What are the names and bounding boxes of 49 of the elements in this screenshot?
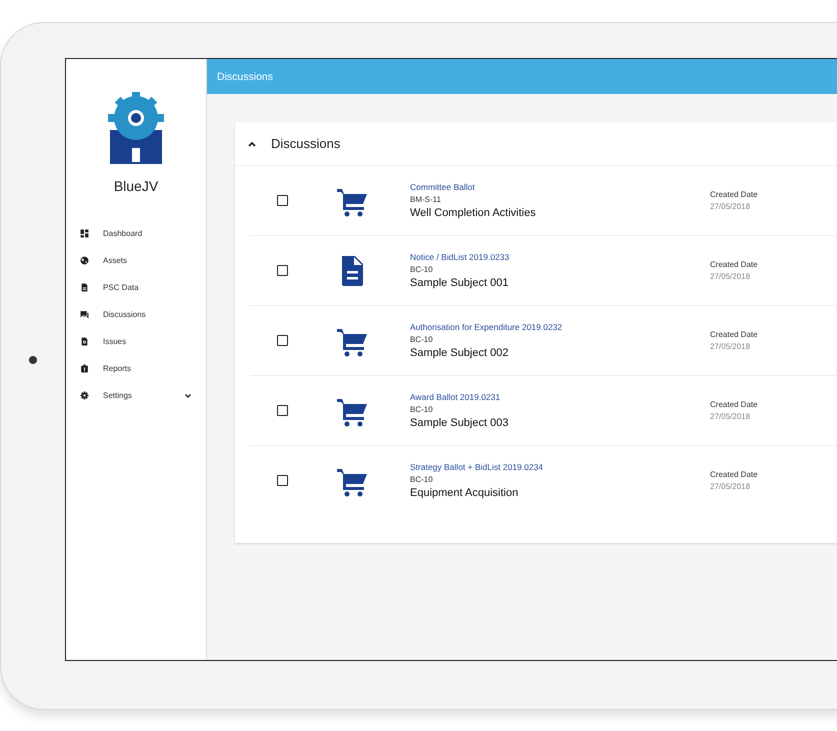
nav-item[interactable]: Discussions (66, 301, 206, 328)
nav-item[interactable]: Assets (66, 247, 206, 274)
search-icon (80, 337, 89, 346)
date-value: 27/05/2018 (710, 412, 752, 421)
checkbox[interactable] (277, 405, 288, 416)
document-icon (80, 283, 89, 292)
subject-text: Sample Subject 003 (410, 417, 510, 429)
reference-code: BC-10 (410, 335, 434, 344)
subject-text: Equipment Acquisition (410, 487, 520, 499)
page-title: Discussions (217, 70, 274, 82)
date-label: Created Date (710, 260, 758, 269)
gear-icon (80, 391, 89, 400)
type-link[interactable]: Notice / BidList 2019.0233 (410, 252, 710, 262)
subject-text: Sample Subject 001 (410, 277, 510, 289)
checkbox[interactable] (277, 265, 288, 276)
checkbox[interactable] (277, 195, 288, 206)
subject-text: Sample Subject 002 (410, 347, 510, 359)
camera-dot (29, 356, 37, 364)
nav-item[interactable]: Dashboard (66, 220, 206, 247)
reference-code: BC-10 (410, 405, 434, 414)
date-value: 27/05/2018 (710, 272, 752, 281)
date-value: 27/05/2018 (710, 482, 752, 491)
date-value: 27/05/2018 (710, 342, 752, 351)
reference-code: BC-10 (410, 265, 434, 274)
clipboard-icon (80, 364, 89, 373)
app-name: BlueJV (114, 178, 158, 194)
type-link[interactable]: Authorisation for Expenditure 2019.0232 (410, 322, 710, 332)
logo-icon (108, 92, 164, 164)
type-link[interactable]: Award Ballot 2019.0231 (410, 392, 710, 402)
date-label: Created Date (710, 190, 758, 199)
nav-item[interactable]: Issues (66, 328, 206, 355)
nav-item[interactable]: Reports (66, 355, 206, 382)
globe-icon (80, 256, 89, 265)
chat-icon (80, 310, 89, 319)
date-value: 27/05/2018 (710, 202, 752, 211)
panel-header[interactable]: Discussions (235, 122, 837, 166)
reference-code: BC-10 (410, 475, 434, 484)
nav-item[interactable]: PSC Data (66, 274, 206, 301)
date-label: Created Date (710, 400, 758, 409)
reference-code: BM-S-11 (410, 195, 442, 204)
date-label: Created Date (710, 330, 758, 339)
type-link[interactable]: Strategy Ballot + BidList 2019.0234 (410, 462, 710, 472)
dashboard-icon (80, 229, 89, 238)
date-label: Created Date (710, 470, 758, 479)
nav-item[interactable]: Settings (66, 382, 206, 409)
subject-text: Well Completion Activities (410, 207, 537, 219)
type-link[interactable]: Committee Ballot (410, 182, 710, 192)
checkbox[interactable] (277, 335, 288, 346)
checkbox[interactable] (277, 475, 288, 486)
